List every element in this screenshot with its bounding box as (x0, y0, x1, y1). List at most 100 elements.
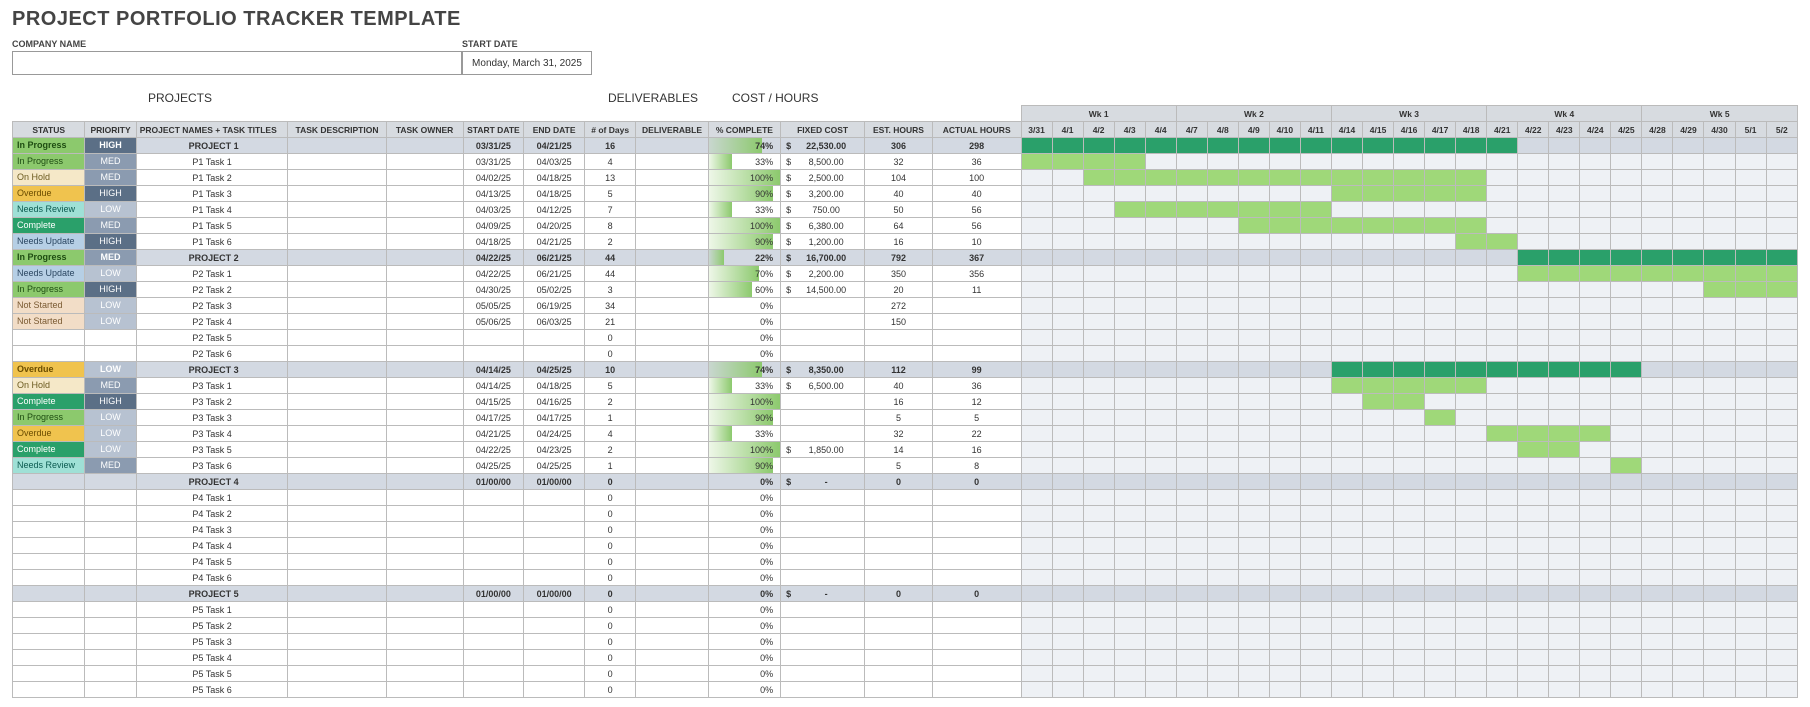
row-name[interactable]: P4 Task 5 (136, 554, 288, 570)
priority-badge[interactable]: HIGH (85, 138, 135, 153)
num-days[interactable]: 0 (584, 682, 635, 698)
task-row[interactable]: On HoldMEDP1 Task 204/02/2504/18/2513100… (13, 170, 1798, 186)
status-badge[interactable]: Complete (13, 218, 84, 233)
row-name[interactable]: P3 Task 1 (136, 378, 288, 394)
deliverable[interactable] (636, 490, 708, 506)
row-name[interactable]: P1 Task 6 (136, 234, 288, 250)
est-hours[interactable] (865, 650, 933, 666)
est-hours[interactable] (865, 634, 933, 650)
fixed-cost[interactable] (781, 570, 865, 586)
est-hours[interactable]: 40 (865, 378, 933, 394)
end-date[interactable]: 04/21/25 (524, 234, 585, 250)
pct-complete[interactable]: 33% (708, 154, 780, 170)
task-row[interactable]: P2 Task 600% (13, 346, 1798, 362)
priority-badge[interactable]: MED (85, 170, 135, 185)
status-badge[interactable]: Overdue (13, 426, 84, 441)
end-date[interactable]: 04/18/25 (524, 186, 585, 202)
actual-hours[interactable] (932, 538, 1021, 554)
num-days[interactable]: 2 (584, 442, 635, 458)
row-name[interactable]: P5 Task 1 (136, 602, 288, 618)
fixed-cost[interactable] (781, 522, 865, 538)
pct-complete[interactable]: 74% (708, 362, 780, 378)
fixed-cost[interactable] (781, 426, 865, 442)
est-hours[interactable]: 5 (865, 458, 933, 474)
actual-hours[interactable] (932, 602, 1021, 618)
end-date[interactable] (524, 634, 585, 650)
fixed-cost[interactable] (781, 650, 865, 666)
pct-complete[interactable]: 0% (708, 314, 780, 330)
start-date[interactable] (463, 346, 524, 362)
start-date[interactable]: 04/09/25 (463, 218, 524, 234)
priority-badge[interactable]: HIGH (85, 234, 135, 249)
end-date[interactable]: 06/19/25 (524, 298, 585, 314)
num-days[interactable]: 5 (584, 186, 635, 202)
priority-badge[interactable]: LOW (85, 298, 135, 313)
num-days[interactable]: 0 (584, 490, 635, 506)
end-date[interactable] (524, 570, 585, 586)
status-badge[interactable]: On Hold (13, 170, 84, 185)
est-hours[interactable]: 32 (865, 154, 933, 170)
fixed-cost[interactable] (781, 330, 865, 346)
pct-complete[interactable]: 60% (708, 282, 780, 298)
task-row[interactable]: P4 Task 100% (13, 490, 1798, 506)
task-row[interactable]: P5 Task 200% (13, 618, 1798, 634)
deliverable[interactable] (636, 218, 708, 234)
deliverable[interactable] (636, 666, 708, 682)
fixed-cost[interactable] (781, 634, 865, 650)
est-hours[interactable] (865, 618, 933, 634)
est-hours[interactable]: 0 (865, 586, 933, 602)
end-date[interactable] (524, 682, 585, 698)
deliverable[interactable] (636, 570, 708, 586)
fixed-cost[interactable] (781, 682, 865, 698)
actual-hours[interactable] (932, 346, 1021, 362)
est-hours[interactable] (865, 538, 933, 554)
actual-hours[interactable]: 11 (932, 282, 1021, 298)
fixed-cost[interactable]: - (781, 474, 865, 490)
deliverable[interactable] (636, 330, 708, 346)
deliverable[interactable] (636, 442, 708, 458)
deliverable[interactable] (636, 170, 708, 186)
est-hours[interactable]: 32 (865, 426, 933, 442)
deliverable[interactable] (636, 474, 708, 490)
est-hours[interactable]: 150 (865, 314, 933, 330)
row-name[interactable]: P2 Task 6 (136, 346, 288, 362)
fixed-cost[interactable]: 1,850.00 (781, 442, 865, 458)
est-hours[interactable]: 50 (865, 202, 933, 218)
actual-hours[interactable] (932, 554, 1021, 570)
est-hours[interactable] (865, 490, 933, 506)
row-name[interactable]: P2 Task 3 (136, 298, 288, 314)
start-date[interactable]: 01/00/00 (463, 474, 524, 490)
pct-complete[interactable]: 22% (708, 250, 780, 266)
priority-badge[interactable]: HIGH (85, 282, 135, 297)
num-days[interactable]: 0 (584, 346, 635, 362)
actual-hours[interactable]: 56 (932, 218, 1021, 234)
deliverable[interactable] (636, 458, 708, 474)
actual-hours[interactable] (932, 506, 1021, 522)
project-row[interactable]: PROJECT 401/00/0001/00/0000%-00 (13, 474, 1798, 490)
end-date[interactable]: 04/18/25 (524, 170, 585, 186)
deliverable[interactable] (636, 234, 708, 250)
task-row[interactable]: OverdueLOWP3 Task 404/21/2504/24/25433%3… (13, 426, 1798, 442)
deliverable[interactable] (636, 426, 708, 442)
end-date[interactable] (524, 330, 585, 346)
est-hours[interactable]: 16 (865, 394, 933, 410)
end-date[interactable] (524, 554, 585, 570)
task-row[interactable]: P5 Task 300% (13, 634, 1798, 650)
end-date[interactable]: 05/02/25 (524, 282, 585, 298)
fixed-cost[interactable]: 8,500.00 (781, 154, 865, 170)
pct-complete[interactable]: 100% (708, 442, 780, 458)
start-date[interactable] (463, 554, 524, 570)
est-hours[interactable]: 272 (865, 298, 933, 314)
status-badge[interactable]: In Progress (13, 282, 84, 297)
task-row[interactable]: P4 Task 500% (13, 554, 1798, 570)
priority-badge[interactable]: LOW (85, 362, 135, 377)
status-badge[interactable]: Not Started (13, 298, 84, 313)
row-name[interactable]: P2 Task 1 (136, 266, 288, 282)
row-name[interactable]: P1 Task 2 (136, 170, 288, 186)
end-date[interactable]: 01/00/00 (524, 474, 585, 490)
pct-complete[interactable]: 90% (708, 410, 780, 426)
end-date[interactable] (524, 522, 585, 538)
start-date[interactable]: 04/14/25 (463, 378, 524, 394)
pct-complete[interactable]: 0% (708, 618, 780, 634)
row-name[interactable]: P1 Task 1 (136, 154, 288, 170)
